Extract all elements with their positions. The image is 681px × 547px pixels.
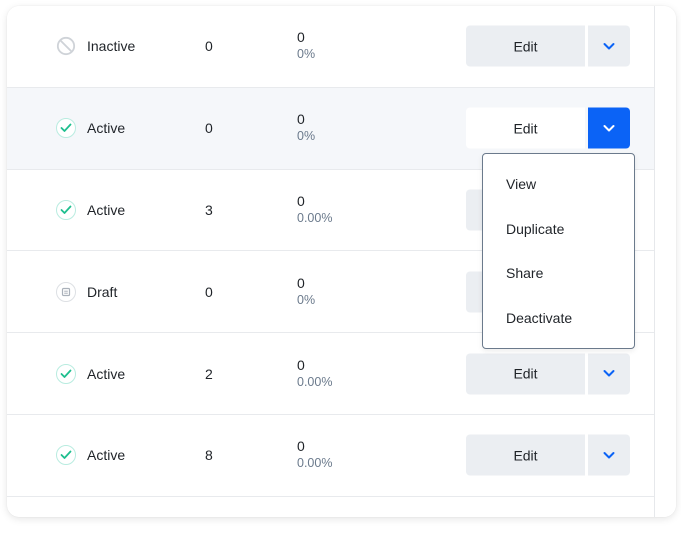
- metric-value: 0: [297, 356, 305, 373]
- metric-percent: 0.00%: [297, 210, 333, 225]
- metric-value: 0: [297, 29, 305, 46]
- status-cell: Active: [56, 445, 126, 466]
- status-cell: Active: [56, 363, 126, 384]
- chevron-down-icon: [603, 451, 615, 459]
- status-label: Active: [87, 365, 126, 382]
- check-icon: [56, 445, 76, 466]
- metric-percent: 0%: [297, 47, 316, 62]
- status-cell: Draft: [56, 281, 118, 302]
- menu-item-view[interactable]: View: [506, 176, 536, 192]
- edit-button[interactable]: Edit: [466, 107, 585, 149]
- count-value: 8: [205, 447, 213, 464]
- more-actions-button[interactable]: [588, 434, 630, 476]
- inactive-icon: [56, 36, 76, 56]
- menu-item-share[interactable]: Share: [506, 265, 543, 281]
- status-label: Inactive: [87, 38, 136, 55]
- status-label: Active: [87, 120, 126, 137]
- action-button-group: Edit: [466, 353, 630, 395]
- metric-cell: 0 0%: [297, 275, 315, 309]
- action-button-group: Edit: [466, 107, 630, 149]
- status-label: Draft: [87, 283, 118, 300]
- metric-value: 0: [297, 438, 305, 455]
- table-row: Active 8 0 0.00% Edit: [7, 414, 654, 497]
- count-value: 2: [205, 365, 213, 382]
- status-cell: Active: [56, 199, 126, 220]
- status-cell: Inactive: [56, 36, 135, 56]
- more-actions-button[interactable]: [588, 107, 630, 149]
- metric-percent: 0.00%: [297, 456, 333, 471]
- scrollbar-track[interactable]: [654, 6, 676, 517]
- row-actions-dropdown: View Duplicate Share Deactivate: [482, 153, 635, 349]
- metric-cell: 0 0%: [297, 111, 315, 145]
- chevron-down-icon: [603, 370, 615, 377]
- table-row: Inactive 0 0 0% Edit: [7, 6, 654, 88]
- metric-value: 0: [297, 111, 305, 128]
- metric-value: 0: [297, 192, 305, 209]
- more-actions-button[interactable]: [588, 25, 630, 67]
- check-icon: [56, 118, 76, 139]
- save-icon: [56, 281, 76, 302]
- edit-button[interactable]: Edit: [466, 25, 585, 67]
- action-button-group: Edit: [466, 25, 630, 67]
- status-label: Active: [87, 201, 126, 218]
- metric-cell: 0 0%: [297, 29, 315, 63]
- more-actions-button[interactable]: [588, 353, 630, 395]
- metric-cell: 0 0.00%: [297, 438, 332, 472]
- count-value: 3: [205, 201, 213, 218]
- action-button-group: Edit: [466, 434, 630, 476]
- check-icon: [56, 363, 76, 384]
- chevron-down-icon: [603, 124, 615, 132]
- metric-percent: 0.00%: [297, 374, 333, 389]
- metric-percent: 0%: [297, 129, 316, 144]
- metric-cell: 0 0.00%: [297, 193, 332, 227]
- count-value: 0: [205, 120, 213, 137]
- edit-button[interactable]: Edit: [466, 353, 585, 395]
- metric-percent: 0%: [297, 292, 316, 307]
- check-icon: [56, 199, 76, 220]
- count-value: 0: [205, 283, 213, 300]
- status-cell: Active: [56, 118, 126, 139]
- menu-item-duplicate[interactable]: Duplicate: [506, 221, 564, 237]
- status-label: Active: [87, 447, 126, 464]
- edit-button[interactable]: Edit: [466, 434, 585, 476]
- count-value: 0: [205, 38, 213, 55]
- chevron-down-icon: [603, 42, 615, 50]
- metric-value: 0: [297, 274, 305, 291]
- metric-cell: 0 0.00%: [297, 357, 332, 391]
- menu-item-deactivate[interactable]: Deactivate: [506, 310, 572, 326]
